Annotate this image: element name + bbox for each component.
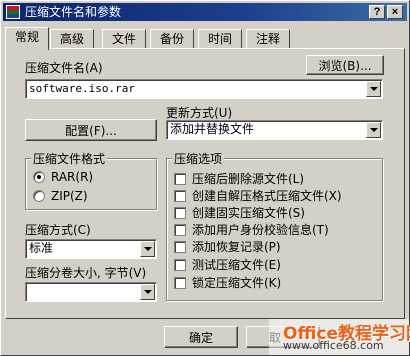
browse-button[interactable]: 浏览(B)... [306, 55, 384, 75]
winrar-icon [6, 5, 20, 19]
update-mode-value[interactable]: 添加并替换文件 [170, 122, 254, 137]
update-mode-select[interactable]: 添加并替换文件 [166, 120, 383, 140]
archive-format-title: 压缩文件格式 [31, 152, 108, 166]
chevron-down-icon[interactable] [140, 241, 155, 257]
archive-name-value[interactable]: software.iso.rar [29, 81, 135, 96]
rar-radio-label[interactable]: RAR(R) [51, 170, 93, 184]
tab-general[interactable]: 常规 [5, 27, 49, 50]
close-button[interactable]: × [387, 5, 403, 19]
archive-name-field[interactable]: software.iso.rar [25, 79, 383, 99]
lock-archive-label[interactable]: 锁定压缩文件(K) [192, 276, 281, 290]
title-bar[interactable]: 压缩文件名和参数 ? × [3, 3, 407, 21]
tab-backup[interactable]: 备份 [150, 29, 194, 49]
chevron-down-icon[interactable] [140, 284, 155, 300]
solid-label[interactable]: 创建固实压缩文件(S) [192, 206, 305, 220]
recovery-record-checkbox[interactable] [174, 241, 186, 253]
sfx-checkbox[interactable] [174, 190, 186, 202]
authenticity-checkbox[interactable] [174, 224, 186, 236]
test-archive-checkbox[interactable] [174, 259, 186, 271]
split-volume-field[interactable] [25, 282, 157, 302]
lock-archive-checkbox[interactable] [174, 277, 186, 289]
compression-method-select[interactable]: 标准 [25, 239, 157, 259]
tab-advanced[interactable]: 高级 [50, 29, 94, 49]
compression-method-label: 压缩方式(C) [25, 223, 91, 237]
window-title: 压缩文件名和参数 [25, 5, 122, 19]
tab-time[interactable]: 时间 [198, 29, 242, 49]
compression-options-title: 压缩选项 [172, 152, 225, 166]
archive-name-label: 压缩文件名(A) [25, 61, 103, 75]
chevron-down-icon[interactable] [366, 122, 381, 138]
tab-comment[interactable]: 注释 [246, 29, 290, 49]
sfx-label[interactable]: 创建自解压格式压缩文件(X) [192, 189, 342, 203]
chevron-down-icon[interactable] [366, 81, 381, 97]
dialog-window: 压缩文件名和参数 ? × 常规 高级 文件 备份 时间 注释 压缩文件名(A) … [0, 0, 410, 356]
watermark-url: www.office68.com [283, 339, 384, 352]
profiles-button[interactable]: 配置(F)... [25, 119, 157, 141]
split-volume-label: 压缩分卷大小, 字节(V) [25, 266, 147, 280]
test-archive-label[interactable]: 测试压缩文件(E) [192, 258, 281, 272]
zip-radio-label[interactable]: ZIP(Z) [51, 189, 88, 203]
ok-button[interactable]: 确定 [164, 326, 238, 348]
recovery-record-label[interactable]: 添加恢复记录(P) [192, 240, 281, 254]
update-mode-label: 更新方式(U) [166, 106, 233, 120]
help-button[interactable]: ? [369, 5, 385, 19]
zip-radio[interactable] [33, 190, 45, 202]
authenticity-label[interactable]: 添加用户身份校验信息(T) [192, 223, 329, 237]
tab-files[interactable]: 文件 [102, 29, 146, 49]
delete-after-label[interactable]: 压缩后删除源文件(L) [192, 172, 304, 186]
compression-method-value[interactable]: 标准 [29, 241, 53, 256]
rar-radio[interactable] [33, 171, 45, 183]
solid-checkbox[interactable] [174, 207, 186, 219]
delete-after-checkbox[interactable] [174, 173, 186, 185]
